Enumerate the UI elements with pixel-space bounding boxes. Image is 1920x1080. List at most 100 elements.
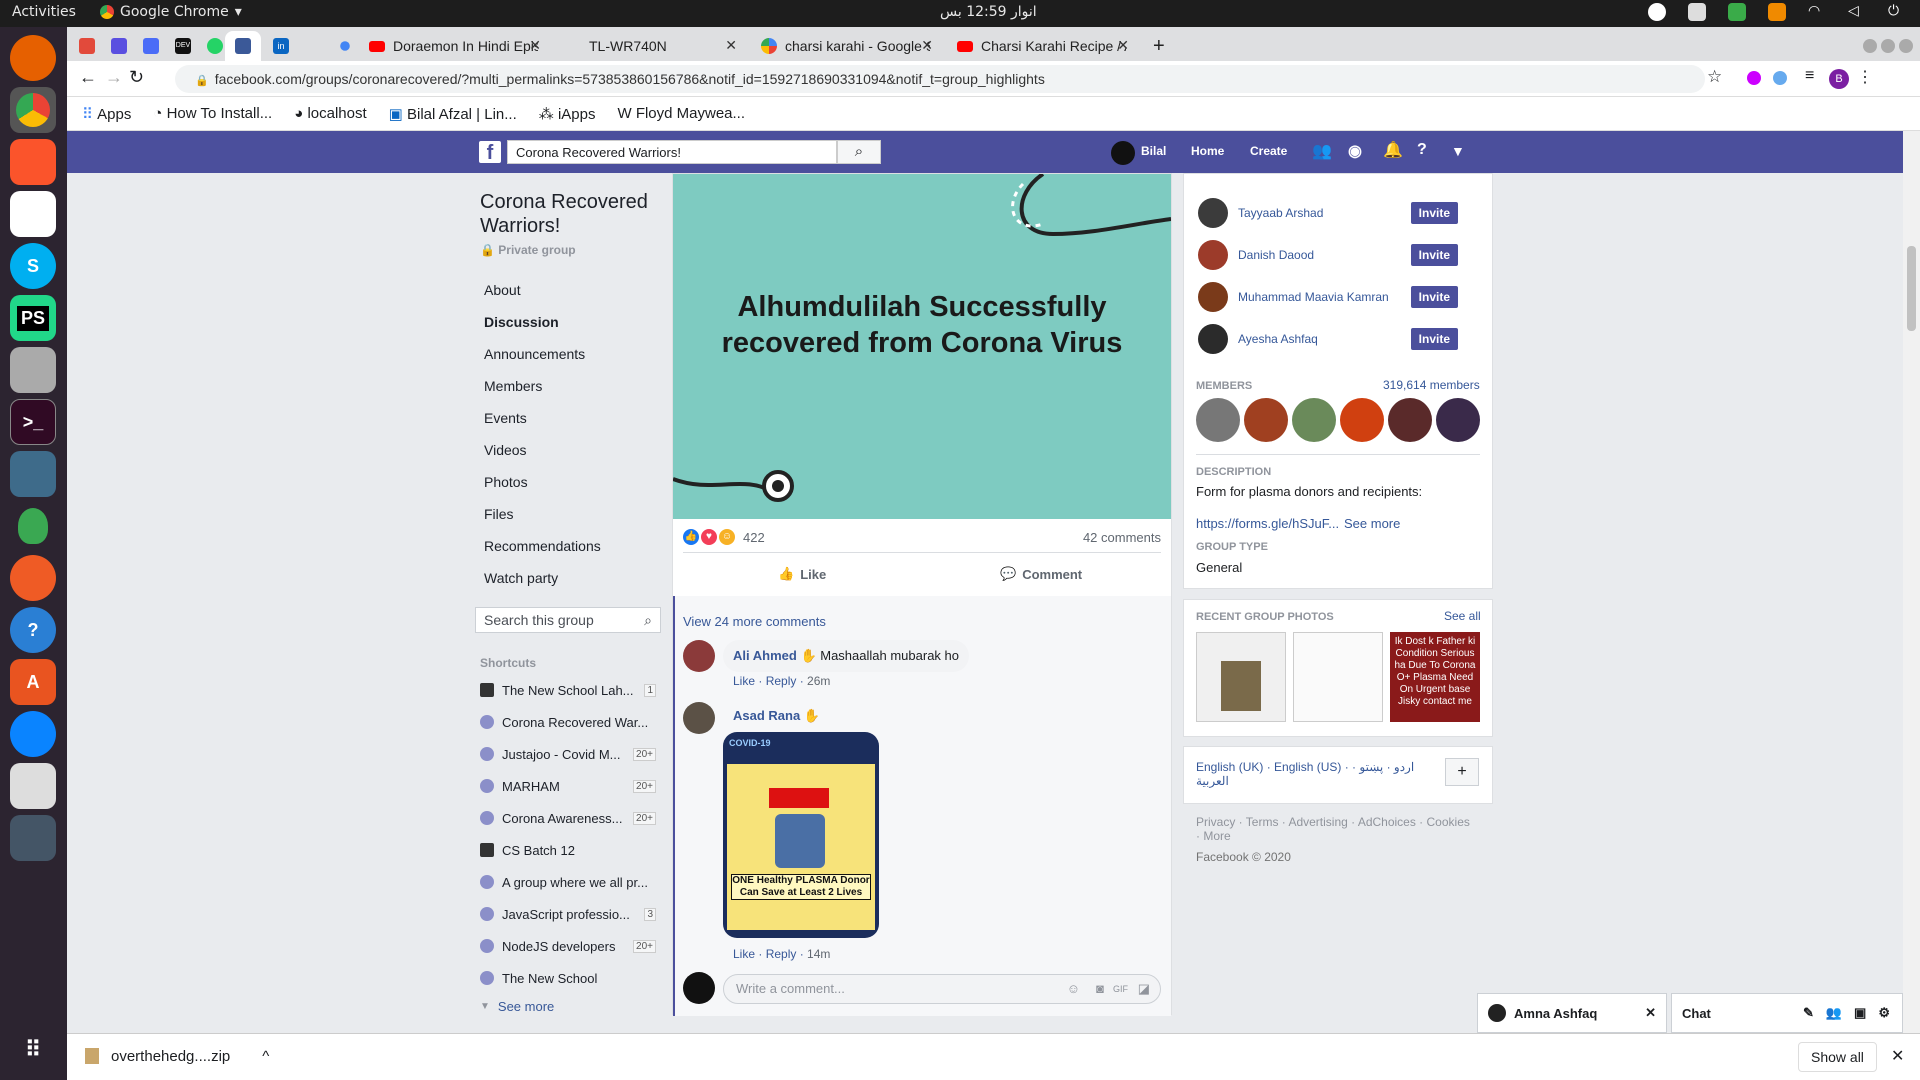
- scrollbar-thumb[interactable]: [1907, 246, 1916, 331]
- friend-requests-icon[interactable]: 👥: [1312, 141, 1332, 161]
- tab-pinned-3[interactable]: [133, 31, 169, 61]
- mysql-workbench-icon[interactable]: [10, 451, 56, 497]
- forward-icon[interactable]: →: [105, 67, 123, 88]
- show-all-button[interactable]: Show all: [1798, 1042, 1877, 1072]
- facebook-logo-icon[interactable]: f: [479, 141, 501, 164]
- tab-pinned-9[interactable]: [327, 31, 363, 61]
- avatar[interactable]: [1198, 324, 1228, 354]
- clock[interactable]: انوار 12:59 بس: [940, 4, 1037, 20]
- like-button[interactable]: 👍 Like: [778, 566, 826, 582]
- pycharm-icon[interactable]: PS: [10, 295, 56, 341]
- gear-icon[interactable]: ⚙: [1878, 1005, 1890, 1021]
- show-apps-icon[interactable]: ⠿: [10, 1027, 56, 1073]
- shortcut-item[interactable]: The New School: [480, 966, 656, 990]
- playlist-icon[interactable]: ≡: [1805, 67, 1814, 85]
- shortcut-item[interactable]: JavaScript professio... 3: [480, 902, 656, 926]
- bookmark-floyd[interactable]: W Floyd Maywea...: [617, 105, 745, 122]
- comment-input[interactable]: Write a comment... ☺ ◙ GIF ◪: [723, 974, 1161, 1004]
- new-tab-button[interactable]: +: [1143, 31, 1175, 61]
- group-title[interactable]: Corona Recovered Warriors!: [480, 190, 670, 238]
- search-icon[interactable]: ⌕: [837, 140, 881, 164]
- tab-pinned-2[interactable]: [101, 31, 137, 61]
- avatar[interactable]: [1198, 240, 1228, 270]
- extension-icon[interactable]: [1747, 71, 1761, 85]
- shortcut-item[interactable]: NodeJS developers 20+: [480, 934, 656, 958]
- avatar[interactable]: [683, 702, 715, 734]
- shortcut-item[interactable]: MARHAM 20+: [480, 774, 656, 798]
- description-link[interactable]: https://forms.gle/hSJuF...: [1196, 516, 1339, 531]
- group-search-input[interactable]: Search this group ⌕: [475, 607, 661, 633]
- comment-author[interactable]: Ali Ahmed: [733, 648, 797, 663]
- close-icon[interactable]: ✕: [1645, 1005, 1656, 1021]
- invite-button[interactable]: Invite: [1410, 286, 1458, 308]
- compose-icon[interactable]: ✎: [1803, 1005, 1814, 1021]
- tab-charsi-recipe[interactable]: Charsi Karahi Recipe / Aut✕: [947, 31, 1137, 61]
- language-links[interactable]: English (UK) · English (US) · اردو · پښت…: [1196, 760, 1426, 788]
- files-icon[interactable]: [10, 347, 56, 393]
- new-group-icon[interactable]: 👥: [1826, 1005, 1842, 1021]
- home-link[interactable]: Home: [1191, 144, 1224, 158]
- view-more-comments-link[interactable]: View 24 more comments: [683, 614, 826, 629]
- bookmark-iapps[interactable]: ⁂ iApps: [539, 105, 596, 123]
- software-center-icon[interactable]: A: [10, 659, 56, 705]
- extension-icon[interactable]: [1773, 71, 1787, 85]
- close-window-button[interactable]: [1899, 39, 1913, 53]
- comment-author[interactable]: Asad Rana ✋: [733, 708, 820, 724]
- photo-thumbnail[interactable]: [1293, 632, 1383, 722]
- tab-gmail[interactable]: [69, 31, 105, 61]
- page-scrollbar[interactable]: [1903, 131, 1920, 1033]
- tab-doraemon[interactable]: Doraemon In Hindi Episo ✕: [359, 31, 549, 61]
- nav-videos[interactable]: Videos: [475, 436, 661, 464]
- bookmark-apps[interactable]: ⠿ Apps: [82, 105, 131, 123]
- terminal-icon[interactable]: >_: [10, 399, 56, 445]
- nav-recommendations[interactable]: Recommendations: [475, 532, 661, 560]
- minimize-button[interactable]: [1863, 39, 1877, 53]
- shortcut-item[interactable]: A group where we all pr...: [480, 870, 656, 894]
- shortcut-item[interactable]: The New School Lah... 1: [480, 678, 656, 702]
- comment-like-link[interactable]: Like: [733, 674, 755, 688]
- shortcut-item[interactable]: CS Batch 12: [480, 838, 656, 862]
- close-icon[interactable]: ✕: [725, 37, 737, 54]
- bookmark-localhost[interactable]: ◕ localhost: [294, 105, 366, 122]
- menu-icon[interactable]: ⋮: [1857, 67, 1873, 87]
- nav-files[interactable]: Files: [475, 500, 661, 528]
- tab-dev[interactable]: DEV: [165, 31, 201, 61]
- obs-icon[interactable]: [1648, 3, 1666, 21]
- invite-button[interactable]: Invite: [1410, 328, 1458, 350]
- chevron-up-icon[interactable]: ^: [262, 1048, 269, 1065]
- help-icon[interactable]: ?: [1417, 141, 1427, 159]
- wifi-icon[interactable]: ◠: [1808, 3, 1826, 21]
- nav-events[interactable]: Events: [475, 404, 661, 432]
- chevron-down-icon[interactable]: ▼: [1451, 143, 1465, 159]
- nav-members[interactable]: Members: [475, 372, 661, 400]
- star-icon[interactable]: ☆: [1707, 67, 1722, 87]
- reaction-summary[interactable]: 👍 ♥ ☺ 422: [683, 529, 765, 545]
- check-icon[interactable]: [1728, 3, 1746, 21]
- maximize-button[interactable]: [1881, 39, 1895, 53]
- profile-link[interactable]: Bilal: [1141, 144, 1166, 158]
- comment-time[interactable]: 14m: [807, 947, 830, 961]
- tab-facebook[interactable]: [225, 31, 261, 61]
- member-avatar[interactable]: [1292, 398, 1336, 442]
- nav-about[interactable]: About: [475, 276, 661, 304]
- photo-thumbnail[interactable]: Ik Dost k Father ki Condition Serious ha…: [1390, 632, 1480, 722]
- sticker-icon[interactable]: ◪: [1138, 975, 1150, 1003]
- postman-icon[interactable]: [10, 555, 56, 601]
- member-avatar[interactable]: [1388, 398, 1432, 442]
- shortcut-item[interactable]: Corona Recovered War...: [480, 710, 656, 734]
- facebook-search-input[interactable]: Corona Recovered Warriors!: [507, 140, 837, 164]
- member-avatar[interactable]: [1196, 398, 1240, 442]
- tab-tl-wr740n[interactable]: TL-WR740N ✕: [555, 31, 745, 61]
- brave-icon[interactable]: [10, 139, 56, 185]
- suggested-name[interactable]: Ayesha Ashfaq: [1238, 332, 1401, 346]
- camera-icon[interactable]: ◙: [1096, 975, 1104, 1003]
- nav-photos[interactable]: Photos: [475, 468, 661, 496]
- nav-announcements[interactable]: Announcements: [475, 340, 661, 368]
- messenger-icon[interactable]: ◉: [1348, 141, 1362, 161]
- comment-reply-link[interactable]: Reply: [766, 674, 797, 688]
- avatar[interactable]: [1198, 282, 1228, 312]
- vlc-icon[interactable]: [1768, 3, 1786, 21]
- app-menu[interactable]: Google Chrome ▾: [100, 4, 242, 20]
- profile-avatar[interactable]: B: [1829, 69, 1849, 89]
- member-avatar[interactable]: [1340, 398, 1384, 442]
